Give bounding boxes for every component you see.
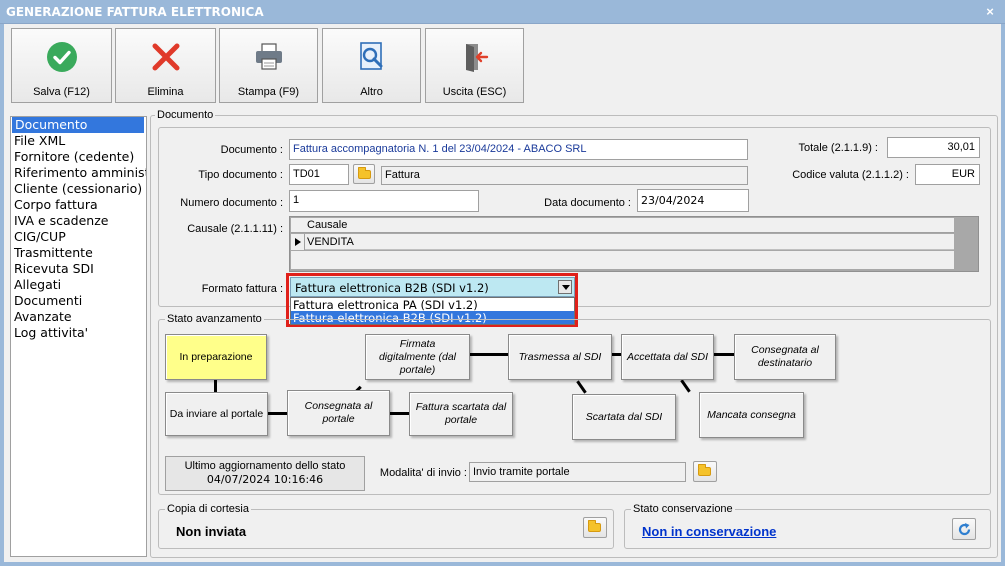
totale-field[interactable]: 30,01 [887, 137, 980, 158]
formato-fattura-value: Fattura elettronica B2B (SDI v1.2) [295, 281, 489, 295]
exit-button[interactable]: Uscita (ESC) [425, 28, 524, 103]
window-title: GENERAZIONE FATTURA ELETTRONICA [6, 5, 264, 19]
tipo-documento-label: Tipo documento : [198, 169, 283, 181]
connector [214, 380, 217, 392]
nav-item-ricevuta-sdi[interactable]: Ricevuta SDI [11, 261, 146, 277]
causale-grid-header: Causale [291, 218, 954, 233]
causale-label: Causale (2.1.1.11) : [187, 223, 283, 235]
step-consegnata-portale: Consegnata al portale [287, 390, 390, 436]
step-scartata-portale: Fattura scartata dal portale [409, 392, 513, 436]
more-button[interactable]: Altro [322, 28, 421, 103]
tipo-documento-code[interactable]: TD01 [289, 164, 349, 185]
copia-cortesia-value: Non inviata [176, 524, 247, 539]
step-scartata-sdi: Scartata dal SDI [572, 394, 676, 440]
nav-item-documento[interactable]: Documento [12, 117, 144, 133]
nav-item-trasmittente[interactable]: Trasmittente [11, 245, 146, 261]
folder-icon [698, 464, 711, 476]
print-button[interactable]: Stampa (F9) [219, 28, 318, 103]
printer-icon [255, 43, 282, 70]
ultimo-aggiornamento-panel: Ultimo aggiornamento dello stato 04/07/2… [165, 456, 365, 491]
connector [714, 353, 734, 356]
chevron-down-icon[interactable] [558, 280, 572, 294]
nav-item-cig-cup[interactable]: CIG/CUP [11, 229, 146, 245]
causale-row-value: VENDITA [307, 236, 354, 248]
causale-grid[interactable]: Causale VENDITA [289, 216, 979, 272]
causale-new-row[interactable] [291, 251, 954, 269]
documento-field[interactable]: Fattura accompagnatoria N. 1 del 23/04/2… [289, 139, 748, 160]
exit-door-icon [465, 44, 488, 72]
nav-item-fornitore[interactable]: Fornitore (cedente) [11, 149, 146, 165]
x-mark-icon [152, 43, 179, 71]
ultimo-aggiornamento-value: 04/07/2024 10:16:46 [206, 473, 324, 486]
codice-valuta-label: Codice valuta (2.1.1.2) : [792, 169, 909, 181]
step-accettata: Accettata dal SDI [621, 334, 714, 380]
step-firmata: Firmata digitalmente (dal portale) [365, 334, 470, 380]
refresh-button[interactable] [952, 518, 976, 540]
formato-option-pa[interactable]: Fattura elettronica PA (SDI v1.2) [291, 298, 574, 312]
nav-item-allegati[interactable]: Allegati [11, 277, 146, 293]
causale-column-header: Causale [307, 219, 348, 231]
nav-item-avanzate[interactable]: Avanzate [11, 309, 146, 325]
formato-fattura-select[interactable]: Fattura elettronica B2B (SDI v1.2) [290, 277, 575, 297]
stato-avanzamento-legend: Stato avanzamento [167, 313, 262, 325]
nav-item-corpo-fattura[interactable]: Corpo fattura [11, 197, 146, 213]
search-document-icon [359, 42, 382, 70]
modalita-invio-label: Modalita' di invio : [379, 467, 467, 479]
numero-documento-field[interactable]: 1 [289, 190, 479, 212]
more-button-label: Altro [360, 86, 383, 98]
stato-conservazione-legend: Stato conservazione [633, 503, 733, 515]
row-selector [291, 234, 305, 250]
totale-label: Totale (2.1.1.9) : [798, 142, 879, 154]
nav-item-log[interactable]: Log attivita' [11, 325, 146, 341]
nav-item-riferimento[interactable]: Riferimento amministrativo [11, 165, 146, 181]
nav-item-iva-scadenze[interactable]: IVA e scadenze [11, 213, 146, 229]
folder-icon [588, 520, 601, 532]
codice-valuta-field[interactable]: EUR [915, 164, 980, 185]
step-da-inviare: Da inviare al portale [165, 392, 268, 436]
connector [390, 412, 410, 415]
numero-documento-label: Numero documento : [180, 197, 283, 209]
step-in-preparazione: In preparazione [165, 334, 267, 380]
modalita-invio-lookup-button[interactable] [693, 461, 717, 482]
save-button-label: Salva (F12) [33, 86, 90, 98]
connector [470, 353, 508, 356]
exit-button-label: Uscita (ESC) [442, 86, 507, 98]
step-mancata-consegna: Mancata consegna [699, 392, 804, 438]
save-button[interactable]: Salva (F12) [11, 28, 112, 103]
tipo-documento-desc: Fattura [381, 166, 748, 185]
causale-row[interactable]: VENDITA [305, 234, 954, 250]
check-circle-icon [46, 42, 77, 72]
folder-icon [358, 167, 371, 179]
copia-cortesia-legend: Copia di cortesia [167, 503, 249, 515]
tipo-documento-lookup-button[interactable] [353, 164, 375, 184]
nav-item-file-xml[interactable]: File XML [11, 133, 146, 149]
close-icon[interactable]: × [983, 5, 997, 19]
stato-conservazione-link[interactable]: Non in conservazione [642, 524, 776, 539]
documento-panel-legend: Documento [157, 109, 214, 121]
step-consegnata-destinatario: Consegnata al destinatario [734, 334, 836, 380]
delete-button-label: Elimina [147, 86, 184, 98]
delete-button[interactable]: Elimina [115, 28, 216, 103]
copia-cortesia-button[interactable] [583, 517, 607, 538]
print-button-label: Stampa (F9) [237, 86, 300, 98]
step-trasmessa: Trasmessa al SDI [508, 334, 612, 380]
section-list: Documento File XML Fornitore (cedente) R… [10, 116, 147, 557]
documento-label: Documento : [220, 144, 283, 156]
modalita-invio-field: Invio tramite portale [469, 462, 686, 482]
data-documento-field[interactable]: 23/04/2024 [637, 189, 749, 212]
row-pointer-icon [295, 238, 301, 246]
formato-fattura-label: Formato fattura : [201, 283, 283, 295]
refresh-icon [958, 523, 971, 536]
ultimo-aggiornamento-label: Ultimo aggiornamento dello stato [184, 460, 346, 472]
connector [268, 412, 288, 415]
nav-item-documenti[interactable]: Documenti [11, 293, 146, 309]
data-documento-label: Data documento : [544, 197, 631, 209]
title-bar: GENERAZIONE FATTURA ELETTRONICA × [0, 0, 1005, 24]
nav-item-cliente[interactable]: Cliente (cessionario) [11, 181, 146, 197]
